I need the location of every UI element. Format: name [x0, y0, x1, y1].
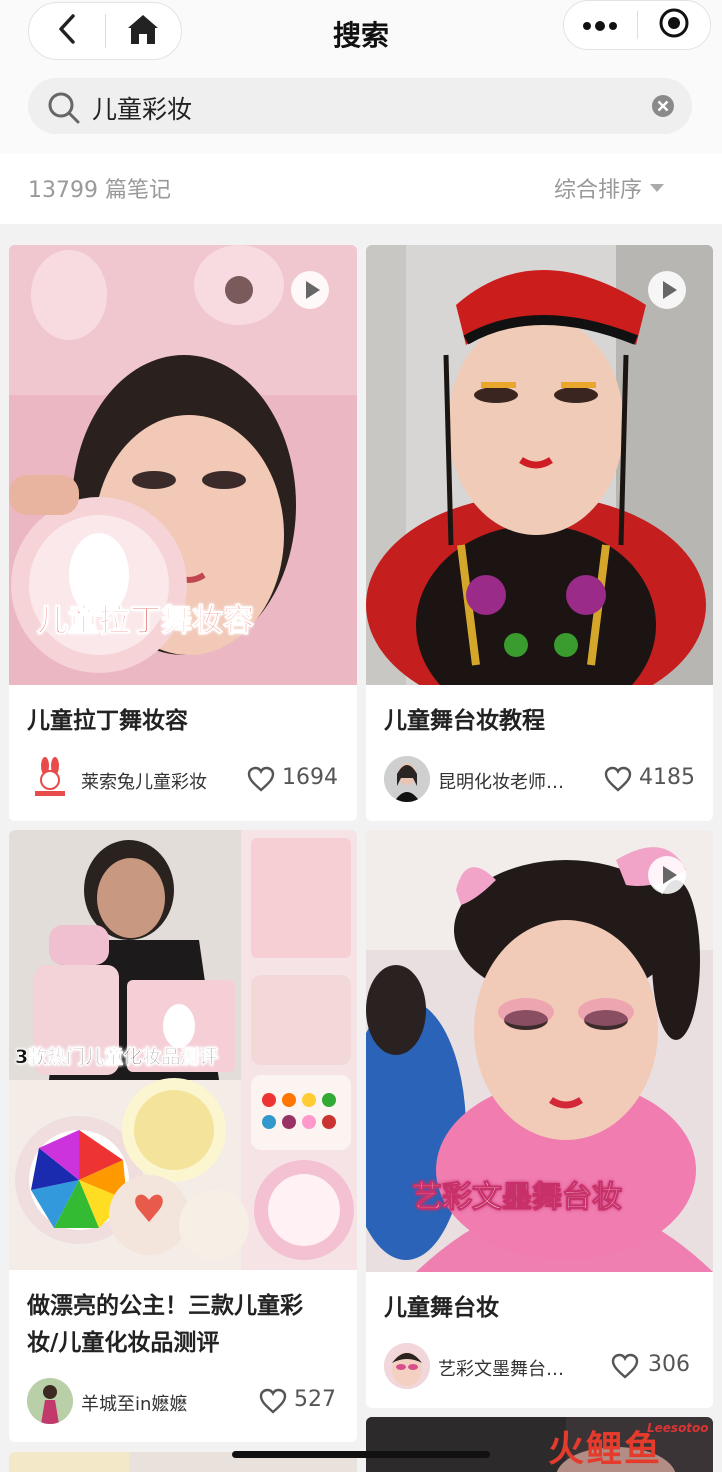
caret-down-icon[interactable] — [650, 184, 664, 192]
avatar[interactable] — [27, 756, 73, 802]
search-input[interactable]: 儿童彩妆 — [28, 78, 692, 134]
heart-icon[interactable] — [611, 1353, 639, 1383]
cover-caption: 艺彩文墨舞台妆 — [412, 1180, 623, 1216]
note-card[interactable]: 儿童拉丁舞妆容 儿童拉丁舞妆容 莱索兔儿童彩妆 1694 — [9, 245, 357, 821]
more-dots-icon — [582, 16, 618, 35]
more-button[interactable] — [564, 1, 637, 49]
video-play-icon — [648, 271, 686, 309]
like-count: 527 — [294, 1387, 336, 1412]
note-cover-image[interactable]: 儿童拉丁舞妆容 — [9, 245, 357, 685]
heart-icon[interactable] — [259, 1388, 287, 1418]
author-name[interactable]: 昆明化妆老师… — [438, 768, 564, 794]
like-count: 1694 — [282, 765, 338, 790]
search-area: 儿童彩妆 — [0, 66, 722, 154]
sort-dropdown[interactable]: 综合排序 — [554, 172, 642, 204]
heart-icon[interactable] — [604, 766, 632, 796]
note-card[interactable]: 3款热门儿童化妆品测评 做漂亮的公主！三款儿童彩 妆/儿童化妆品测评 羊城至in… — [9, 830, 357, 1442]
heart-icon[interactable] — [247, 766, 275, 796]
avatar[interactable] — [384, 756, 430, 802]
search-query: 儿童彩妆 — [92, 95, 193, 124]
results-header: 13799 篇笔记 综合排序 — [0, 154, 722, 224]
author-name[interactable]: 羊城至in嬷嬷 — [81, 1390, 187, 1416]
note-cover-image[interactable]: 艺彩文墨舞台妆 — [366, 830, 713, 1272]
author-name[interactable]: 艺彩文墨舞台… — [438, 1355, 564, 1381]
note-title: 做漂亮的公主！三款儿童彩 — [27, 1293, 303, 1319]
note-cover-image[interactable] — [366, 245, 713, 685]
avatar[interactable] — [27, 1378, 73, 1424]
top-bar: 搜索 — [0, 0, 722, 66]
mini-program-capsule — [563, 0, 711, 50]
cover-caption: 3款热门儿童化妆品测评 — [15, 1046, 219, 1069]
results-count: 13799 篇笔记 — [28, 178, 171, 203]
note-title-line-2: 妆/儿童化妆品测评 — [27, 1330, 220, 1356]
clear-circle-icon[interactable] — [651, 94, 675, 122]
cover-caption: 儿童拉丁舞妆容 — [37, 603, 255, 640]
watermark: 火鲤鱼 — [548, 1429, 663, 1470]
note-title: 儿童舞台妆教程 — [384, 708, 545, 734]
note-cover-image[interactable]: 3款热门儿童化妆品测评 — [9, 830, 357, 1270]
note-title: 儿童舞台妆 — [384, 1295, 499, 1321]
search-icon — [46, 90, 82, 130]
like-count: 306 — [648, 1352, 690, 1377]
video-play-icon — [648, 856, 686, 894]
note-card[interactable]: 儿童舞台妆教程 昆明化妆老师… 4185 — [366, 245, 713, 821]
like-count: 4185 — [639, 765, 695, 790]
video-play-icon — [291, 271, 329, 309]
home-indicator[interactable] — [232, 1451, 490, 1458]
note-card[interactable]: 艺彩文墨舞台妆 儿童舞台妆 艺彩文墨舞台… 306 — [366, 830, 713, 1408]
avatar[interactable] — [384, 1343, 430, 1389]
target-circle-icon — [658, 7, 690, 43]
close-program-button[interactable] — [638, 1, 711, 49]
note-title: 儿童拉丁舞妆容 — [27, 708, 188, 734]
author-name[interactable]: 莱索兔儿童彩妆 — [81, 768, 207, 794]
